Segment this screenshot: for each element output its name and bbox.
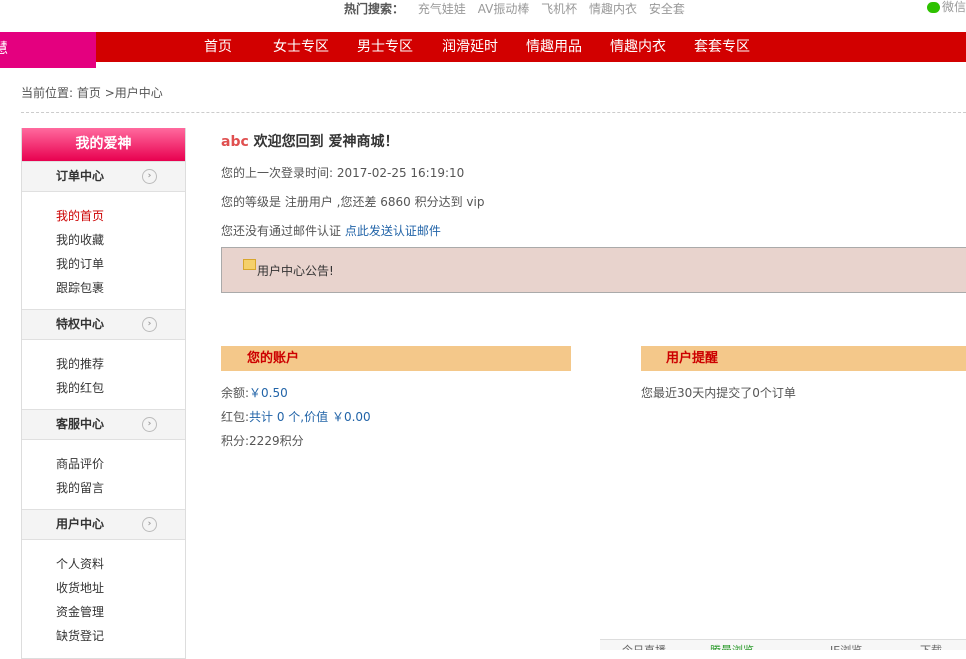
account-header: 您的账户 xyxy=(221,346,571,371)
hot-search-link[interactable]: 充气娃娃 xyxy=(418,2,466,16)
sidebar-item-reviews[interactable]: 商品评价 xyxy=(56,452,185,476)
hot-search-link[interactable]: 情趣内衣 xyxy=(589,2,637,16)
sidebar-item-messages[interactable]: 我的留言 xyxy=(56,476,185,500)
sidebar-list: 商品评价 我的留言 xyxy=(22,440,185,509)
balance-value: ￥0.50 xyxy=(249,386,288,400)
main-nav: 慧 首页 女士专区 男士专区 润滑延时 情趣用品 情趣内衣 套套专区 xyxy=(0,32,966,68)
nav-item-toys[interactable]: 情趣用品 xyxy=(526,32,582,62)
sidebar-item-bonus[interactable]: 我的红包 xyxy=(56,376,185,400)
chevron-right-icon: › xyxy=(142,417,157,432)
last-login: 您的上一次登录时间: 2017-02-25 16:19:10 xyxy=(221,166,465,180)
nav-item-condoms[interactable]: 套套专区 xyxy=(694,32,750,62)
send-verify-email-link[interactable]: 点此发送认证邮件 xyxy=(345,224,441,238)
sidebar-section-service[interactable]: 客服中心 › xyxy=(22,409,185,440)
balance-label: 余额: xyxy=(221,386,250,400)
notice-box: 用户中心公告! xyxy=(221,247,966,293)
sidebar-item-favorites[interactable]: 我的收藏 xyxy=(56,228,185,252)
hot-search-link[interactable]: 安全套 xyxy=(649,2,685,16)
sidebar-item-referrals[interactable]: 我的推荐 xyxy=(56,352,185,376)
member-level: 您的等级是 注册用户 ,您还差 6860 积分达到 vip xyxy=(221,195,485,209)
hot-search: 热门搜索： 充气娃娃 AV振动棒 飞机杯 情趣内衣 安全套 xyxy=(344,0,693,18)
points-row: 积分:2229积分 xyxy=(221,434,304,448)
email-verify: 您还没有通过邮件认证 点此发送认证邮件 xyxy=(221,222,441,239)
nav-item-lubricant[interactable]: 润滑延时 xyxy=(442,32,498,62)
reminder-header: 用户提醒 xyxy=(641,346,966,371)
nav-item-men[interactable]: 男士专区 xyxy=(357,32,413,62)
sidebar-list: 个人资料 收货地址 资金管理 缺货登记 xyxy=(22,540,185,657)
sidebar-section-user[interactable]: 用户中心 › xyxy=(22,509,185,540)
sidebar-list: 我的首页 我的收藏 我的订单 跟踪包裹 xyxy=(22,192,185,309)
divider xyxy=(21,112,966,113)
chevron-right-icon: › xyxy=(142,169,157,184)
sidebar-item-my-home[interactable]: 我的首页 xyxy=(56,204,185,228)
chevron-right-icon: › xyxy=(142,317,157,332)
breadcrumb-home[interactable]: 首页 xyxy=(77,86,101,100)
breadcrumb-separator: > xyxy=(104,86,115,100)
hot-search-link[interactable]: 飞机杯 xyxy=(541,2,577,16)
bonus-value: 共计 0 个,价值 ￥0.00 xyxy=(249,410,371,424)
welcome-text: 欢迎您回到 爱神商城！ xyxy=(248,134,399,150)
balance-row: 余额:￥0.50 xyxy=(221,384,288,401)
sidebar-item-funds[interactable]: 资金管理 xyxy=(56,600,185,624)
sidebar-section-orders[interactable]: 订单中心 › xyxy=(22,161,185,192)
username: abc xyxy=(221,134,249,150)
sidebar-section-label: 特权中心 xyxy=(56,317,105,331)
sidebar-section-label: 订单中心 xyxy=(56,169,105,183)
bottom-toolbar: 今日直播 腾曼浏览 IE浏览 下载 xyxy=(600,639,966,650)
email-verify-text: 您还没有通过邮件认证 xyxy=(221,224,345,238)
sidebar-section-privileges[interactable]: 特权中心 › xyxy=(22,309,185,340)
logo-text: 慧 xyxy=(0,41,8,57)
nav-item-lingerie[interactable]: 情趣内衣 xyxy=(610,32,666,62)
sidebar: 我的爱神 订单中心 › 我的首页 我的收藏 我的订单 跟踪包裹 特权中心 › 我… xyxy=(21,128,186,659)
welcome-heading: abc 欢迎您回到 爱神商城！ xyxy=(221,131,399,151)
sidebar-section-label: 用户中心 xyxy=(56,517,105,531)
bonus-row: 红包:共计 0 个,价值 ￥0.00 xyxy=(221,408,371,425)
sidebar-item-addresses[interactable]: 收货地址 xyxy=(56,576,185,600)
sidebar-item-tracking[interactable]: 跟踪包裹 xyxy=(56,276,185,300)
reminder-text: 您最近30天内提交了0个订单 xyxy=(641,386,796,400)
wechat-icon xyxy=(927,2,940,13)
hot-search-label: 热门搜索： xyxy=(344,2,405,16)
envelope-icon xyxy=(243,259,256,270)
breadcrumb: 当前位置: 首页 >用户中心 xyxy=(21,84,163,101)
sidebar-item-stockout[interactable]: 缺货登记 xyxy=(56,624,185,648)
breadcrumb-prefix: 当前位置: xyxy=(21,86,77,100)
wechat-link[interactable]: 微信 xyxy=(927,0,966,15)
notice-text: 用户中心公告! xyxy=(257,264,334,278)
sidebar-list: 我的推荐 我的红包 xyxy=(22,340,185,409)
hot-search-link[interactable]: AV振动棒 xyxy=(478,2,530,16)
sidebar-item-orders[interactable]: 我的订单 xyxy=(56,252,185,276)
sidebar-title: 我的爱神 xyxy=(22,128,185,161)
wechat-label: 微信 xyxy=(942,0,966,14)
nav-item-women[interactable]: 女士专区 xyxy=(273,32,329,62)
sidebar-item-profile[interactable]: 个人资料 xyxy=(56,552,185,576)
logo-strip[interactable]: 慧 xyxy=(0,32,96,68)
bonus-label: 红包: xyxy=(221,410,250,424)
chevron-right-icon: › xyxy=(142,517,157,532)
breadcrumb-current: 用户中心 xyxy=(114,86,163,100)
sidebar-section-label: 客服中心 xyxy=(56,417,105,431)
nav-item-home[interactable]: 首页 xyxy=(204,32,232,62)
